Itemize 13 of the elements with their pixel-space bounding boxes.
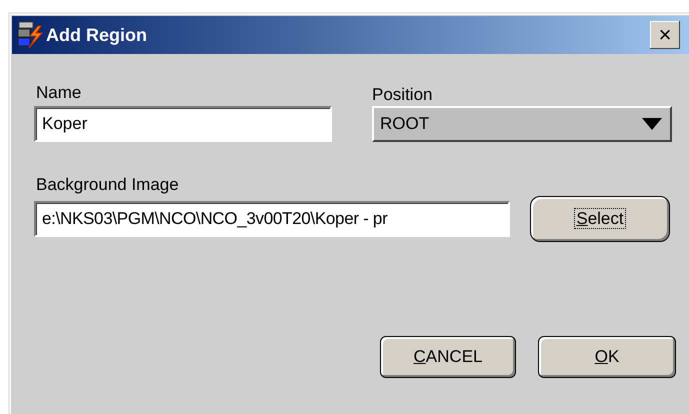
- background-image-label: Background Image: [36, 174, 180, 194]
- dropdown-arrow-icon: [642, 118, 662, 130]
- app-icon: [16, 20, 44, 50]
- position-dropdown[interactable]: ROOT: [372, 106, 672, 142]
- background-image-field[interactable]: e:\NKS03\PGM\NCO\NCO_3v00T20\Koper - pr: [34, 201, 510, 237]
- ok-button[interactable]: OK: [538, 336, 676, 378]
- close-button[interactable]: ×: [650, 21, 680, 49]
- window-title: Add Region: [46, 24, 147, 47]
- select-button[interactable]: Select: [530, 196, 670, 242]
- position-label: Position: [372, 84, 434, 104]
- name-field[interactable]: Koper: [34, 106, 332, 142]
- cancel-button[interactable]: CANCEL: [380, 336, 516, 378]
- name-label: Name: [36, 82, 82, 102]
